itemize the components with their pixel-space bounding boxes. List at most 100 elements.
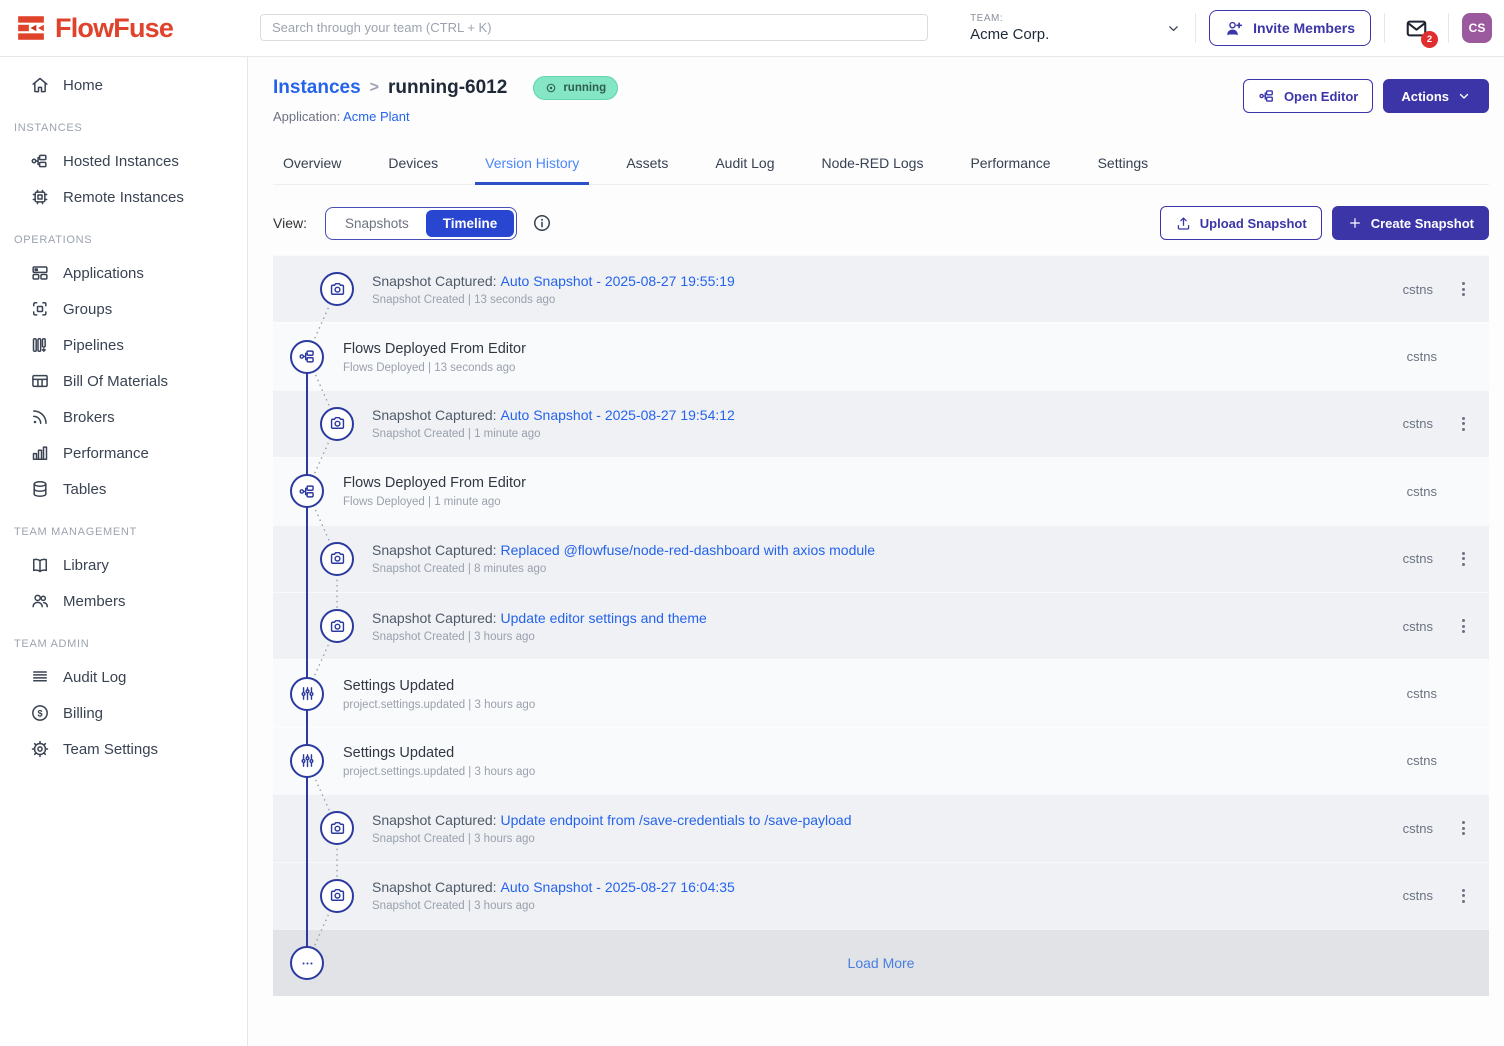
performance-icon [30,443,50,463]
sidebar-item-remote-instances[interactable]: Remote Instances [0,179,247,215]
settings-sliders-icon [290,744,324,778]
tab-assets[interactable]: Assets [616,145,678,184]
actions-button[interactable]: Actions [1383,79,1489,113]
info-icon[interactable] [532,213,552,233]
sidebar-item-pipelines[interactable]: Pipelines [0,327,247,363]
top-bar: FlowFuse TEAM: Acme Corp. Invite Members… [0,0,1504,57]
sidebar-item-label: Home [63,77,103,94]
view-label: View: [273,215,307,231]
sidebar-item-label: Audit Log [63,669,126,686]
sidebar-section-header: OPERATIONS [0,215,247,255]
hosted-instances-icon [30,151,50,171]
snapshot-name-link[interactable]: Update endpoint from /save-credentials t… [501,812,852,828]
flows-icon [290,340,324,374]
tab-overview[interactable]: Overview [273,145,351,184]
settings-sliders-icon [290,677,324,711]
snapshot-title-prefix: Snapshot Captured: [372,879,497,895]
kebab-menu-icon[interactable] [1451,884,1475,908]
sidebar-item-label: Members [63,593,126,610]
snapshot-name-link[interactable]: Auto Snapshot - 2025-08-27 19:54:12 [501,407,735,423]
sidebar-item-label: Billing [63,705,103,722]
tab-node-red-logs[interactable]: Node-RED Logs [812,145,934,184]
sidebar-item-label: Groups [63,301,112,318]
event-title: Settings Updated [343,678,454,694]
kebab-menu-icon[interactable] [1451,614,1475,638]
snapshot-name-link[interactable]: Update editor settings and theme [501,610,707,626]
kebab-menu-icon[interactable] [1451,412,1475,436]
status-badge: running [533,76,618,100]
sidebar-item-label: Applications [63,265,144,282]
notification-count-badge: 2 [1421,31,1438,48]
bill-of-materials-icon [30,371,50,391]
breadcrumb-instances-link[interactable]: Instances [273,77,361,99]
sidebar-item-home[interactable]: Home [0,67,247,103]
tab-audit-log[interactable]: Audit Log [705,145,784,184]
pipelines-icon [30,335,50,355]
snapshot-title-prefix: Snapshot Captured: [372,812,497,828]
flowfuse-logo[interactable]: FlowFuse [16,13,173,44]
create-snapshot-button[interactable]: Create Snapshot [1332,206,1489,240]
event-title: Flows Deployed From Editor [343,475,526,491]
kebab-menu-icon[interactable] [1451,277,1475,301]
load-more-link[interactable]: Load More [273,955,1489,971]
sidebar-item-performance[interactable]: Performance [0,435,247,471]
tab-performance[interactable]: Performance [960,145,1060,184]
view-option-snapshots[interactable]: Snapshots [328,210,426,237]
audit-log-icon [30,667,50,687]
snapshot-name-link[interactable]: Auto Snapshot - 2025-08-27 16:04:35 [501,879,735,895]
page-title: running-6012 [388,77,507,99]
sidebar-item-tables[interactable]: Tables [0,471,247,507]
sidebar-item-label: Pipelines [63,337,124,354]
view-option-timeline[interactable]: Timeline [426,210,515,237]
groups-icon [30,299,50,319]
breadcrumb-separator: > [370,79,379,97]
invite-members-button[interactable]: Invite Members [1209,10,1371,46]
sidebar-item-brokers[interactable]: Brokers [0,399,247,435]
divider [1448,13,1449,43]
kebab-menu-icon[interactable] [1451,816,1475,840]
snapshot-name-link[interactable]: Auto Snapshot - 2025-08-27 19:55:19 [501,273,735,289]
members-icon [30,591,50,611]
sidebar-item-team-settings[interactable]: Team Settings [0,731,247,767]
topbar-right-cluster: TEAM: Acme Corp. Invite Members 2 CS [970,0,1492,56]
kebab-menu-icon[interactable] [1451,547,1475,571]
timeline-row: Flows Deployed From EditorFlows Deployed… [273,457,1489,524]
event-title: Flows Deployed From Editor [343,341,526,357]
sidebar: HomeINSTANCESHosted InstancesRemote Inst… [0,57,248,1046]
timeline-user: cstns [1407,753,1437,768]
snapshot-name-link[interactable]: Replaced @flowfuse/node-red-dashboard wi… [501,542,876,558]
timeline-row: Snapshot Captured:Update endpoint from /… [273,794,1489,861]
sidebar-item-billing[interactable]: $Billing [0,695,247,731]
search-input[interactable] [260,14,928,41]
sidebar-item-library[interactable]: Library [0,547,247,583]
timeline-user: cstns [1403,551,1433,566]
sidebar-item-hosted-instances[interactable]: Hosted Instances [0,143,247,179]
snapshot-title-prefix: Snapshot Captured: [372,610,497,626]
timeline-meta: Flows Deployed | 13 seconds ago [343,362,526,374]
timeline-user: cstns [1403,282,1433,297]
tab-settings[interactable]: Settings [1088,145,1159,184]
sidebar-item-audit-log[interactable]: Audit Log [0,659,247,695]
sidebar-item-members[interactable]: Members [0,583,247,619]
open-editor-button[interactable]: Open Editor [1243,79,1373,113]
remote-instances-icon [30,187,50,207]
team-selector[interactable]: TEAM: Acme Corp. [970,13,1182,43]
camera-icon [320,542,354,576]
application-link[interactable]: Acme Plant [343,109,409,124]
sidebar-item-groups[interactable]: Groups [0,291,247,327]
upload-snapshot-button[interactable]: Upload Snapshot [1160,206,1322,240]
timeline-user: cstns [1407,686,1437,701]
camera-icon [320,609,354,643]
sidebar-item-label: Library [63,557,109,574]
tab-version-history[interactable]: Version History [475,145,589,184]
tab-bar: Overview Devices Version History Assets Audi… [273,145,1489,185]
chevron-down-icon [1457,89,1471,103]
team-settings-icon [30,739,50,759]
user-avatar[interactable]: CS [1462,13,1492,43]
sidebar-item-applications[interactable]: Applications [0,255,247,291]
brand-name: FlowFuse [55,13,173,44]
camera-icon [320,811,354,845]
notifications-button[interactable]: 2 [1404,16,1429,41]
tab-devices[interactable]: Devices [378,145,448,184]
sidebar-item-bill-of-materials[interactable]: Bill Of Materials [0,363,247,399]
